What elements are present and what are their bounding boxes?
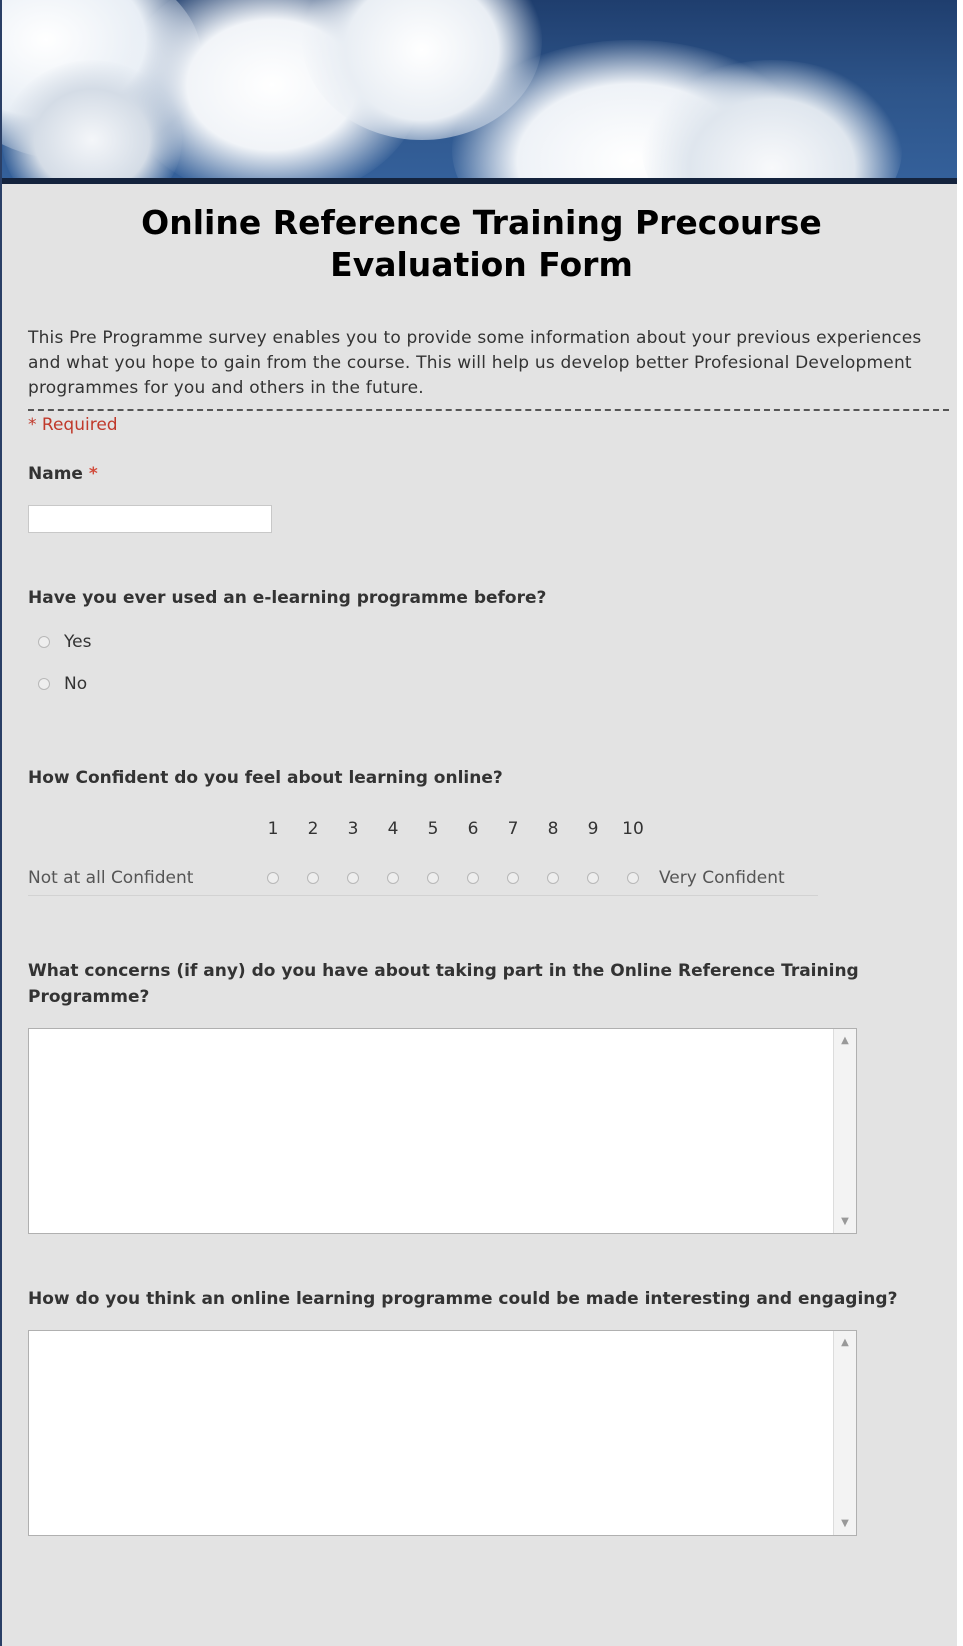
scale-radio-8[interactable] (547, 872, 559, 884)
scale-radio-4[interactable] (387, 872, 399, 884)
down-arrow-icon[interactable]: ▼ (834, 1518, 856, 1529)
radio-no[interactable] (38, 678, 50, 690)
name-required-star: * (88, 464, 98, 484)
name-label: Name * (28, 461, 935, 487)
scale-number: 1 (267, 819, 279, 839)
scale-numbers: 1 2 3 4 5 6 7 8 9 10 (253, 819, 935, 839)
divider (28, 409, 949, 411)
scale-number: 7 (507, 819, 519, 839)
scale-number: 8 (547, 819, 559, 839)
scale-number: 2 (307, 819, 319, 839)
concerns-scrollbar[interactable]: ▲ ▼ (833, 1029, 856, 1233)
engaging-label: How do you think an online learning prog… (28, 1289, 898, 1309)
elearning-label: Have you ever used an e-learning program… (28, 588, 547, 608)
scale-number: 4 (387, 819, 399, 839)
scale-radio-5[interactable] (427, 872, 439, 884)
radio-yes[interactable] (38, 636, 50, 648)
question-concerns: What concerns (if any) do you have about… (28, 958, 935, 1234)
elearning-option-no[interactable]: No (28, 663, 935, 705)
scale-radio-6[interactable] (467, 872, 479, 884)
elearning-option-yes[interactable]: Yes (28, 621, 935, 663)
engaging-scrollbar[interactable]: ▲ ▼ (833, 1331, 856, 1535)
question-confidence: How Confident do you feel about learning… (28, 765, 935, 896)
engaging-textarea[interactable]: ▲ ▼ (28, 1330, 857, 1536)
scale-number: 6 (467, 819, 479, 839)
question-engaging: How do you think an online learning prog… (28, 1286, 935, 1536)
required-note: * Required (28, 415, 935, 435)
option-yes-label: Yes (64, 632, 92, 652)
scale-radio-2[interactable] (307, 872, 319, 884)
scale-number: 9 (587, 819, 599, 839)
up-arrow-icon[interactable]: ▲ (834, 1337, 856, 1348)
scale-radio-9[interactable] (587, 872, 599, 884)
question-name: Name * (28, 461, 935, 533)
scale-number: 3 (347, 819, 359, 839)
required-star: * (28, 415, 37, 435)
scale-radio-7[interactable] (507, 872, 519, 884)
option-no-label: No (64, 674, 88, 694)
question-elearning: Have you ever used an e-learning program… (28, 585, 935, 705)
scale-number: 5 (427, 819, 439, 839)
up-arrow-icon[interactable]: ▲ (834, 1035, 856, 1046)
scale-low-label: Not at all Confident (28, 868, 194, 888)
name-label-text: Name (28, 464, 83, 484)
form-title: Online Reference Training Precourse Eval… (141, 203, 822, 284)
scale-radio-10[interactable] (627, 872, 639, 884)
scale-high-label: Very Confident (659, 868, 785, 888)
form-description: This Pre Programme survey enables you to… (28, 328, 922, 398)
required-note-text: Required (41, 415, 118, 435)
name-input[interactable] (28, 505, 272, 533)
header-banner (2, 0, 957, 184)
confidence-label: How Confident do you feel about learning… (28, 768, 503, 788)
scale-radio-3[interactable] (347, 872, 359, 884)
scale-radio-1[interactable] (267, 872, 279, 884)
confidence-scale-row: Not at all Confident Very Confident (28, 861, 818, 896)
concerns-textarea[interactable]: ▲ ▼ (28, 1028, 857, 1234)
form-page: Online Reference Training Precourse Eval… (0, 0, 957, 1646)
scale-number: 10 (622, 819, 644, 839)
down-arrow-icon[interactable]: ▼ (834, 1216, 856, 1227)
concerns-label: What concerns (if any) do you have about… (28, 961, 859, 1007)
